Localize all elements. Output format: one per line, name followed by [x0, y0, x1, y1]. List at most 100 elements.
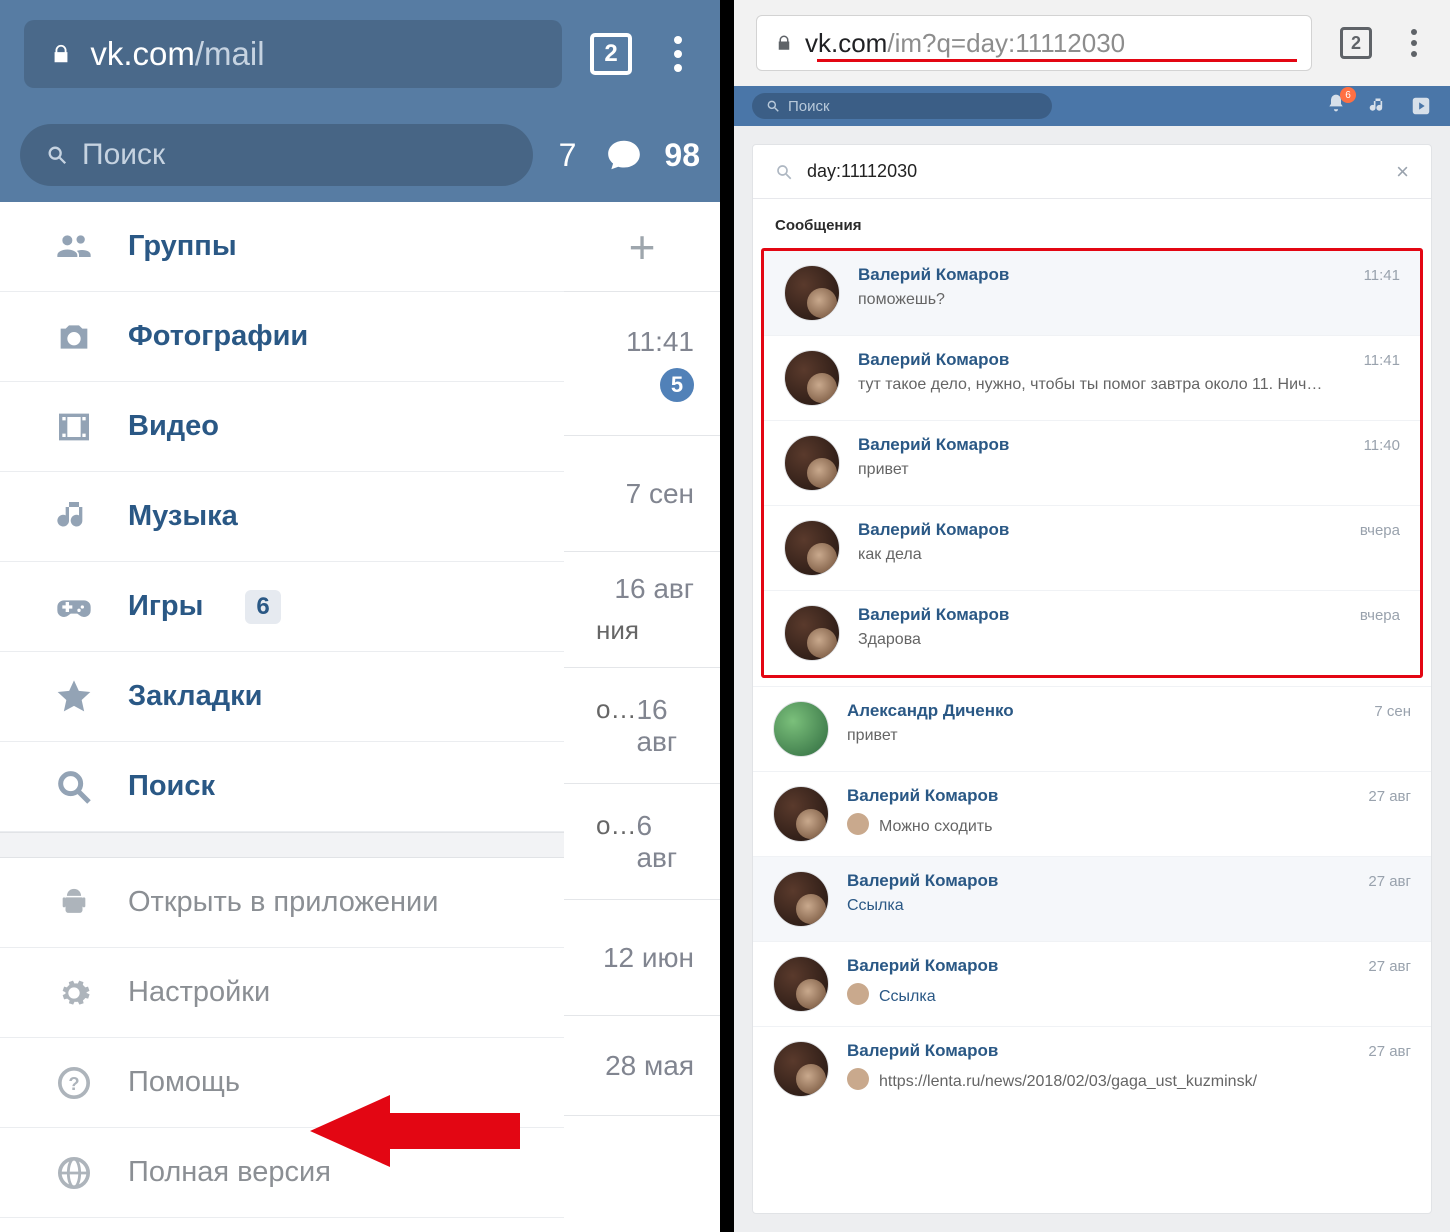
message-time: вчера [1360, 522, 1400, 539]
browser-menu-icon[interactable] [660, 36, 696, 72]
message-sender: Валерий Комаров [847, 871, 998, 891]
friends-counter[interactable]: 7 [551, 137, 585, 174]
mail-row[interactable]: 7 сен [564, 436, 720, 552]
message-time: 27 авг [1368, 958, 1411, 975]
url-path: /im?q=day:11112030 [887, 28, 1125, 59]
message-row[interactable]: Валерий Комаров27 авгСсылка [753, 941, 1431, 1026]
search-input[interactable]: Поиск [20, 124, 533, 186]
avatar [784, 435, 840, 491]
lock-icon [50, 43, 72, 65]
tab-count: 2 [1351, 33, 1361, 54]
mail-date: 12 июн [603, 942, 694, 974]
messages-count[interactable]: 98 [664, 137, 700, 174]
message-row[interactable]: Валерий Комаров27 авгМожно сходить [753, 771, 1431, 856]
message-sender: Валерий Комаров [847, 786, 998, 806]
avatar [773, 1041, 829, 1097]
sidebar-menu: Группы Фотографии Видео Музыка Игры [0, 202, 564, 1232]
mail-row[interactable]: 16 авг ния [564, 552, 720, 668]
url-box[interactable]: vk.com/im?q=day:11112030 [756, 15, 1312, 71]
menu-games[interactable]: Игры 6 [0, 562, 564, 652]
mail-row[interactable]: 11:41 5 [564, 292, 720, 436]
message-sender: Валерий Комаров [847, 956, 998, 976]
search-placeholder: Поиск [82, 138, 165, 172]
music-icon [54, 497, 94, 537]
mail-date: 6 авг [636, 810, 694, 874]
search-placeholder: Поиск [788, 98, 830, 115]
menu-logout[interactable]: Выход [0, 1218, 564, 1232]
clear-search-button[interactable]: × [1396, 159, 1409, 185]
message-row[interactable]: Валерий Комаров27 авгСсылка [753, 856, 1431, 941]
help-icon: ? [54, 1063, 94, 1103]
url-host: vk.com [90, 35, 195, 73]
messages-icon[interactable] [602, 136, 646, 174]
message-row[interactable]: Валерий Комаров11:41тут такое дело, нужн… [764, 335, 1420, 420]
url-box[interactable]: vk.com/mail [24, 20, 562, 88]
phone-mobile-menu: vk.com/mail 2 Поиск 7 98 Группы [0, 0, 720, 1232]
games-badge: 6 [245, 590, 280, 624]
video-icon [54, 407, 94, 447]
mail-row[interactable]: о… 16 авг [564, 668, 720, 784]
menu-video[interactable]: Видео [0, 382, 564, 472]
avatar [784, 265, 840, 321]
menu-search[interactable]: Поиск [0, 742, 564, 832]
message-row[interactable]: Валерий Комаров11:41поможешь? [764, 251, 1420, 335]
search-icon [766, 99, 780, 113]
menu-label: Поиск [128, 770, 215, 803]
tabs-button[interactable]: 2 [590, 33, 632, 75]
mail-row[interactable]: 28 мая [564, 1016, 720, 1116]
message-sender: Валерий Комаров [858, 350, 1009, 370]
header-search[interactable]: Поиск [752, 93, 1052, 119]
message-row[interactable]: Валерий Комаров27 авгhttps://lenta.ru/ne… [753, 1026, 1431, 1111]
avatar [773, 871, 829, 927]
message-list: Валерий Комаров11:41поможешь? Валерий Ком… [753, 248, 1431, 1111]
menu-music[interactable]: Музыка [0, 472, 564, 562]
menu-open-app[interactable]: Открыть в приложении [0, 858, 564, 948]
svg-text:?: ? [68, 1073, 79, 1094]
annotation-underline [817, 59, 1297, 62]
browser-urlbar: vk.com/im?q=day:11112030 2 [734, 0, 1450, 86]
mini-avatar [847, 813, 869, 835]
menu-groups[interactable]: Группы [0, 202, 564, 292]
menu-help[interactable]: ? Помощь [0, 1038, 564, 1128]
message-row[interactable]: Александр Диченко7 сенпривет [753, 686, 1431, 771]
android-icon [54, 883, 94, 923]
search-icon [46, 144, 68, 166]
play-icon[interactable] [1410, 95, 1432, 117]
menu-full-version[interactable]: Полная версия [0, 1128, 564, 1218]
message-row[interactable]: Валерий Комароввчеракак дела [764, 505, 1420, 590]
message-row[interactable]: Валерий Комаров11:40привет [764, 420, 1420, 505]
messages-searchbar: × [753, 145, 1431, 199]
browser-urlbar: vk.com/mail 2 [0, 0, 720, 108]
mail-list-partial: + 11:41 5 7 сен 16 авг ния о… 16 авг о… … [564, 202, 720, 1232]
notifications-button[interactable]: 6 [1326, 93, 1346, 119]
avatar [773, 956, 829, 1012]
message-time: 11:40 [1364, 437, 1400, 454]
message-row[interactable]: Валерий КомароввчераЗдарова [764, 590, 1420, 675]
menu-label: Музыка [128, 500, 238, 533]
menu-settings[interactable]: Настройки [0, 948, 564, 1038]
messages-search-input[interactable] [807, 161, 1382, 182]
new-message-button[interactable]: + [564, 202, 720, 292]
mail-date: 28 мая [605, 1050, 694, 1082]
mail-date: 16 авг [614, 573, 694, 605]
camera-icon [54, 317, 94, 357]
message-time: 11:41 [1364, 352, 1400, 369]
menu-bookmarks[interactable]: Закладки [0, 652, 564, 742]
section-title: Сообщения [753, 199, 1431, 248]
message-sender: Александр Диченко [847, 701, 1014, 721]
menu-photos[interactable]: Фотографии [0, 292, 564, 382]
message-text: привет [847, 727, 1411, 745]
message-time: 27 авг [1368, 788, 1411, 805]
message-sender: Валерий Комаров [858, 520, 1009, 540]
browser-menu-icon[interactable] [1400, 29, 1428, 57]
mail-row[interactable]: 12 июн [564, 900, 720, 1016]
message-sender: Валерий Комаров [858, 605, 1009, 625]
groups-icon [54, 227, 94, 267]
mail-row[interactable]: о… 6 авг [564, 784, 720, 900]
music-icon[interactable] [1368, 96, 1388, 116]
url-path: /mail [195, 35, 265, 73]
message-text: https://lenta.ru/news/2018/02/03/gaga_us… [879, 1073, 1257, 1091]
menu-label: Игры [128, 590, 203, 623]
tabs-button[interactable]: 2 [1340, 27, 1372, 59]
menu-label: Полная версия [128, 1156, 331, 1189]
